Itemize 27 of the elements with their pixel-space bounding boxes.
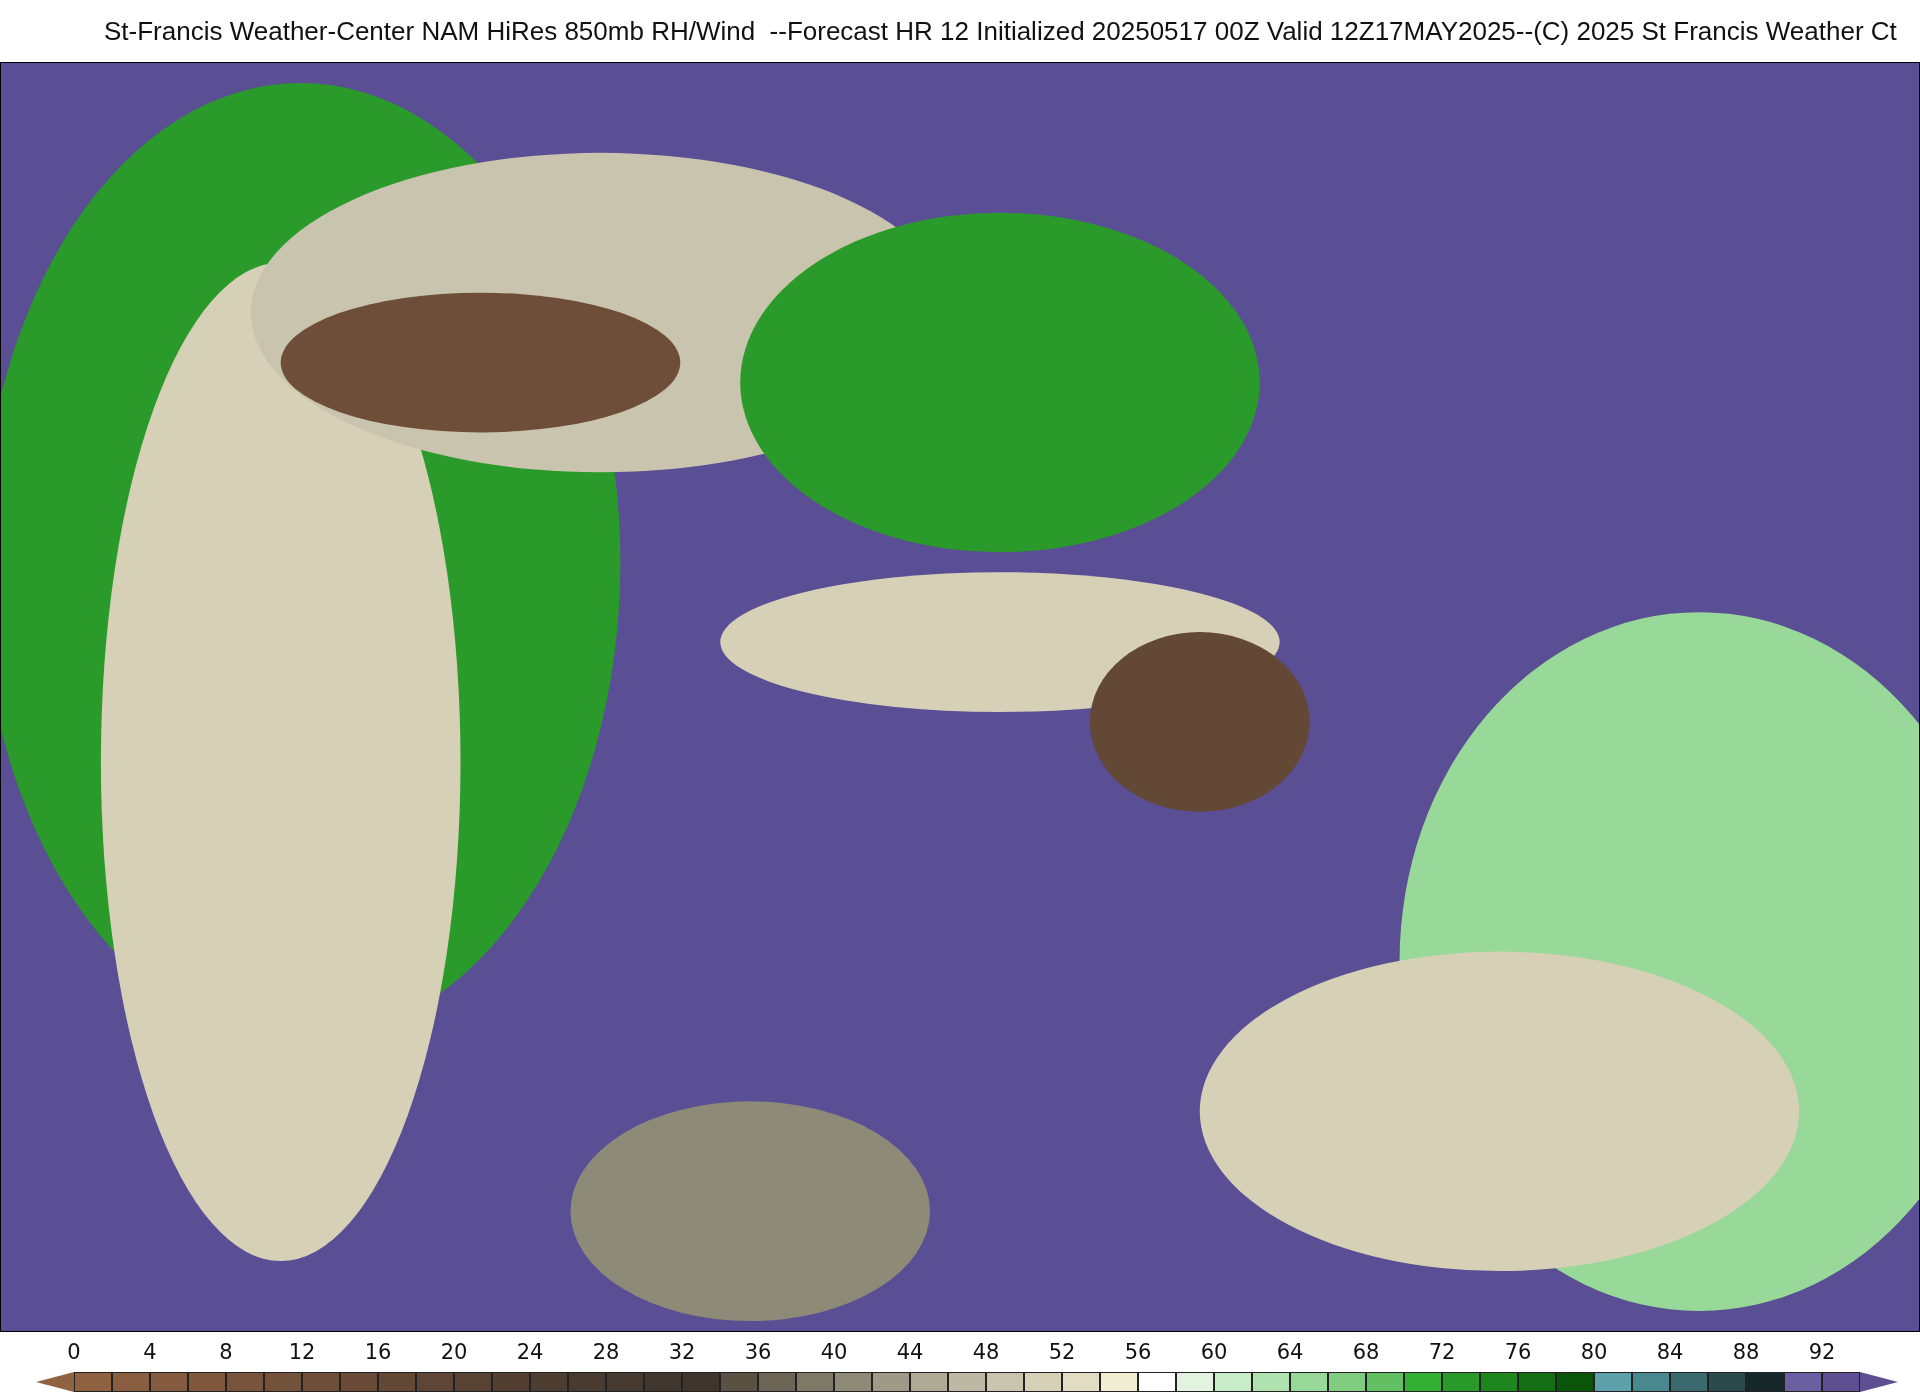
- colorbar-low-arrow: [36, 1372, 74, 1392]
- colorbar-tick-label: 16: [363, 1340, 393, 1364]
- colorbar-tick-label: 8: [218, 1340, 234, 1364]
- colorbar-tick-label: 32: [667, 1340, 697, 1364]
- colorbar-tick-label: 64: [1275, 1340, 1305, 1364]
- colorbar-high-arrow: [1860, 1372, 1898, 1392]
- colorbar-tick-label: 48: [971, 1340, 1001, 1364]
- colorbar-tick-label: 68: [1351, 1340, 1381, 1364]
- colorbar-tick-label: 44: [895, 1340, 925, 1364]
- colorbar-tick-label: 28: [591, 1340, 621, 1364]
- colorbar-tick-label: 84: [1655, 1340, 1685, 1364]
- colorbar-tick-label: 72: [1427, 1340, 1457, 1364]
- map-title: St-Francis Weather-Center NAM HiRes 850mb RH/Wind --Forecast HR 12 Initialized 20250517 00Z Valid 12Z17MAY2025--(C) 2025 St Francis Weather Ct: [103, 14, 1898, 48]
- colorbar-tick-label: 88: [1731, 1340, 1761, 1364]
- colorbar-tick-label: 20: [439, 1340, 469, 1364]
- colorbar-tick-label: 12: [287, 1340, 317, 1364]
- colorbar-tick-label: 0: [66, 1340, 82, 1364]
- colorbar-tick-label: 4: [142, 1340, 158, 1364]
- colorbar-tick-label: 76: [1503, 1340, 1533, 1364]
- colorbar-tick-label: 56: [1123, 1340, 1153, 1364]
- colorbar-tick-label: 36: [743, 1340, 773, 1364]
- colorbar-tick-label: 80: [1579, 1340, 1609, 1364]
- colorbar-tick-label: 92: [1807, 1340, 1837, 1364]
- colorbar-tick-label: 24: [515, 1340, 545, 1364]
- colorbar-tick-label: 40: [819, 1340, 849, 1364]
- colorbar-tick-label: 60: [1199, 1340, 1229, 1364]
- colorbar-tick-label: 52: [1047, 1340, 1077, 1364]
